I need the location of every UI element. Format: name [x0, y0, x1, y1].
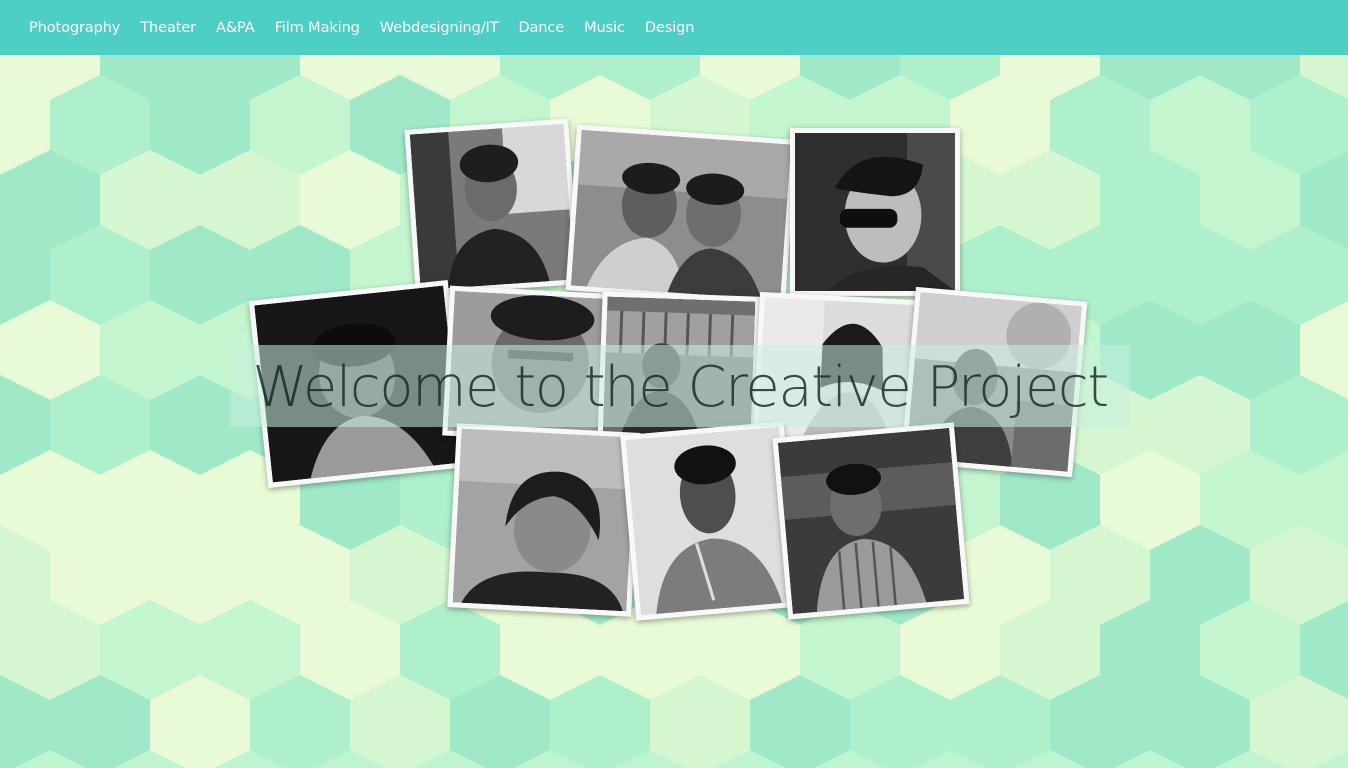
member-photo [447, 423, 641, 617]
nav-item-photography[interactable]: Photography [19, 20, 130, 36]
member-photo [565, 124, 797, 306]
member-photo [404, 118, 580, 296]
nav-item-film-making[interactable]: Film Making [265, 20, 370, 36]
welcome-title: Welcome to the Creative Project [252, 355, 1109, 420]
nav-item-theater[interactable]: Theater [130, 20, 206, 36]
nav-item-webdesigning-it[interactable]: Webdesigning/IT [370, 20, 509, 36]
top-navbar: Photography Theater A&PA Film Making Web… [0, 0, 1348, 55]
nav-item-music[interactable]: Music [574, 20, 635, 36]
nav-item-design[interactable]: Design [635, 20, 704, 36]
nav-item-apa[interactable]: A&PA [206, 20, 265, 36]
member-photo [772, 422, 970, 620]
nav-menu: Photography Theater A&PA Film Making Web… [0, 0, 1348, 55]
nav-item-dance[interactable]: Dance [508, 20, 574, 36]
member-photo [790, 128, 960, 296]
